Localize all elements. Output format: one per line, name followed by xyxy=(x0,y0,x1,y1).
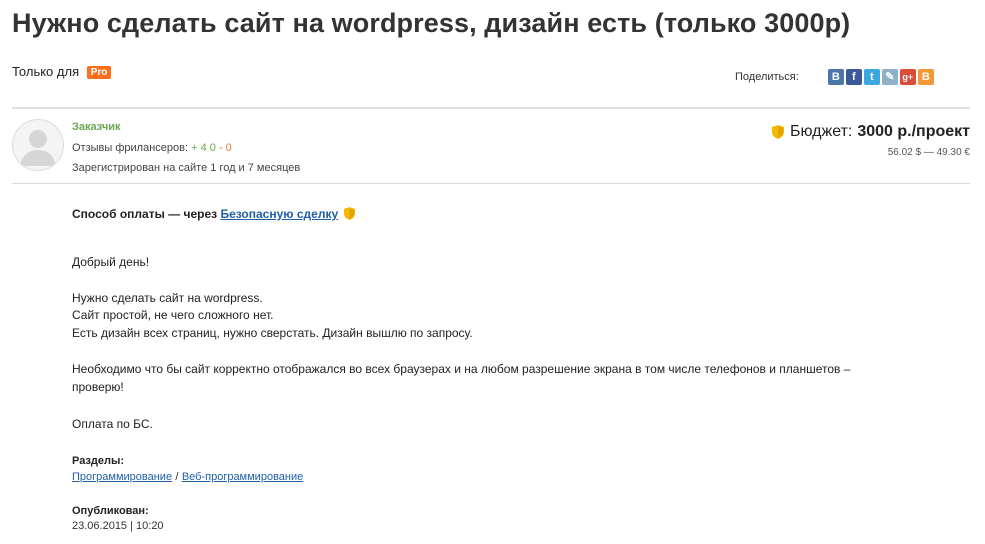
customer-divider xyxy=(12,183,970,184)
user-placeholder-icon xyxy=(20,130,56,166)
shield-icon xyxy=(344,207,356,220)
category-separator: / xyxy=(175,471,179,483)
blogger-share-icon[interactable]: B xyxy=(917,69,934,85)
page-title: Нужно сделать сайт на wordpress, дизайн … xyxy=(12,8,851,38)
reviews-negative[interactable]: - 0 xyxy=(219,142,232,154)
livejournal-share-icon[interactable]: ✎ xyxy=(881,69,898,85)
category-link-web-programming[interactable]: Веб-программирование xyxy=(182,471,303,483)
description-line: Нужно сделать сайт на wordpress. xyxy=(72,291,263,305)
vkontakte-share-icon[interactable]: В xyxy=(827,69,844,85)
shield-icon xyxy=(772,125,785,139)
facebook-share-icon[interactable]: f xyxy=(845,69,862,85)
reviews-positive[interactable]: + 4 xyxy=(191,142,207,154)
budget-value: 3000 р./проект xyxy=(857,123,970,140)
budget: Бюджет: 3000 р./проект xyxy=(772,123,970,141)
description-greeting: Добрый день! xyxy=(72,255,150,269)
category-link-programming[interactable]: Программирование xyxy=(72,471,172,483)
budget-label: Бюджет: xyxy=(790,123,853,140)
reviews-neutral[interactable]: 0 xyxy=(210,142,216,154)
share-bar: Поделиться: В f t ✎ g+ B xyxy=(735,69,936,85)
sections-links: Программирование / Веб-программирование xyxy=(72,468,303,486)
customer-avatar[interactable] xyxy=(12,119,64,171)
registration-info: Зарегистрирован на сайте 1 год и 7 месяц… xyxy=(72,162,301,174)
description-line: Оплата по БС. xyxy=(72,417,153,431)
pro-badge[interactable]: Pro xyxy=(86,66,112,79)
description-line: Необходимо что бы сайт корректно отображ… xyxy=(72,362,851,376)
twitter-share-icon[interactable]: t xyxy=(863,69,880,85)
payment-prefix: Способ оплаты — через xyxy=(72,207,218,221)
safe-deal-link[interactable]: Безопасную сделку xyxy=(220,207,338,221)
share-label: Поделиться: xyxy=(735,71,799,83)
description-line: Есть дизайн всех страниц, нужно сверстат… xyxy=(72,326,473,340)
payment-method: Способ оплаты — через Безопасную сделку xyxy=(72,207,356,221)
access-restriction: Только для Pro xyxy=(12,64,112,79)
google-plus-share-icon[interactable]: g+ xyxy=(899,69,916,85)
description-line: проверю! xyxy=(72,380,124,394)
freelancer-reviews: Отзывы фрилансеров: + 4 0 - 0 xyxy=(72,142,232,154)
budget-rates: 56.02 $ — 49.30 € xyxy=(887,147,970,158)
customer-role: Заказчик xyxy=(72,121,121,133)
description-line: Сайт простой, не чего сложного нет. xyxy=(72,308,274,322)
header-divider xyxy=(12,107,970,109)
reviews-label: Отзывы фрилансеров: xyxy=(72,142,189,154)
access-label: Только для xyxy=(12,64,80,79)
published-date: 23.06.2015 | 10:20 xyxy=(72,520,164,532)
